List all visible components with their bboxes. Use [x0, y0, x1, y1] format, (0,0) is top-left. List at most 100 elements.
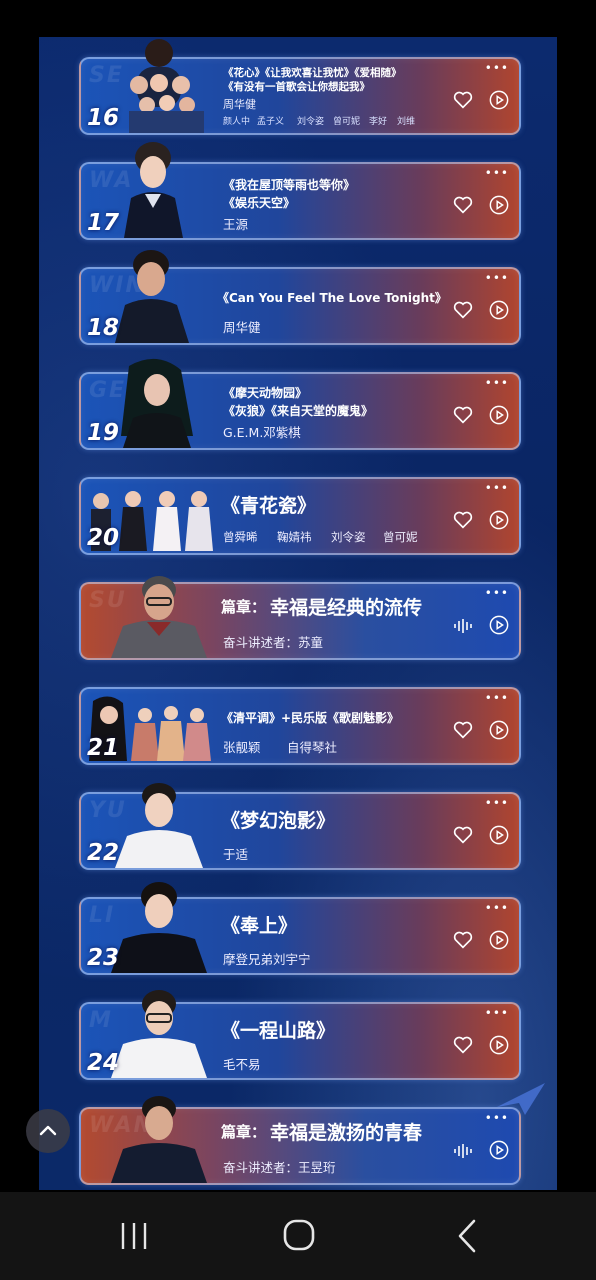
narrator-photo	[111, 1096, 207, 1183]
performer-photo	[121, 358, 193, 448]
program-number: 20	[87, 525, 120, 551]
program-number: 17	[87, 210, 120, 236]
heart-icon[interactable]	[453, 931, 473, 949]
singer-name: 毛不易	[223, 1057, 261, 1072]
singer-name: G.E.M.邓紫棋	[223, 425, 301, 440]
program-number: 22	[87, 840, 120, 866]
narrator-photo	[111, 576, 207, 658]
singer-name: 刘令姿	[331, 530, 366, 544]
singer-name: 周华健	[223, 320, 261, 335]
song-title-line-2: 《娱乐天空》	[223, 196, 296, 210]
more-icon[interactable]: •••	[485, 1007, 509, 1019]
program-list-panel: SE 16 《花心》《让我欢喜让我忧》《爱相随》 《有没有一首歌会让你想起我》 …	[39, 37, 557, 1190]
performer-photo	[115, 250, 189, 343]
play-icon[interactable]	[489, 1035, 509, 1055]
play-icon[interactable]	[489, 825, 509, 845]
program-card-23[interactable]: LI 23 《奉上》 摩登兄弟刘宇宁 •••	[79, 882, 521, 975]
singer-name: 王源	[223, 217, 249, 232]
guest-name: 李好	[369, 117, 388, 127]
more-icon[interactable]: •••	[485, 167, 509, 179]
song-title: 《奉上》	[221, 915, 298, 937]
more-icon[interactable]: •••	[485, 902, 509, 914]
performer-photo	[111, 990, 207, 1078]
scroll-to-top-button[interactable]	[26, 1109, 70, 1153]
song-title-line-1: 《摩天动物园》	[223, 386, 308, 400]
song-title: 《青花瓷》	[221, 495, 317, 517]
heart-icon[interactable]	[453, 826, 473, 844]
performer-photo	[115, 783, 203, 868]
singer-name: 摩登兄弟刘宇宁	[223, 952, 311, 967]
chapter-title: 幸福是激扬的青春	[270, 1122, 423, 1144]
heart-icon[interactable]	[453, 721, 473, 739]
program-number: 23	[87, 945, 120, 971]
singer-name: 自得琴社	[287, 740, 338, 755]
sound-wave-icon	[454, 1144, 472, 1158]
play-icon[interactable]	[489, 615, 509, 635]
song-title-line-1: 《花心》《让我欢喜让我忧》《爱相随》	[223, 67, 402, 79]
guest-name: 刘令姿	[297, 117, 325, 127]
song-title: 《梦幻泡影》	[221, 810, 336, 832]
heart-icon[interactable]	[453, 406, 473, 424]
guest-name: 孟子义	[257, 117, 285, 127]
program-number: 19	[87, 420, 120, 446]
heart-icon[interactable]	[453, 91, 473, 109]
chapter-card[interactable]: SU 篇章： 幸福是经典的流传 奋斗讲述者：苏童 •••	[79, 576, 521, 660]
program-card-21[interactable]: 21 《清平调》+民乐版《歌剧魅影》 张靓颖 自得琴社 •••	[79, 687, 521, 765]
play-icon[interactable]	[489, 1140, 509, 1160]
program-card-16[interactable]: SE 16 《花心》《让我欢喜让我忧》《爱相随》 《有没有一首歌会让你想起我》 …	[79, 39, 521, 135]
program-card-19[interactable]: GE 19 《摩天动物园》 《灰狼》《来自天堂的魔鬼》 G.E.M.邓紫棋 ••…	[79, 358, 521, 450]
guest-name: 曾可妮	[333, 117, 361, 127]
song-title-line-2: 《灰狼》《来自天堂的魔鬼》	[223, 404, 374, 418]
song-title: 《Can You Feel The Love Tonight》	[217, 291, 447, 305]
singer-name: 于适	[223, 847, 249, 862]
program-card-22[interactable]: YU 22 《梦幻泡影》 于适 •••	[79, 783, 521, 870]
play-icon[interactable]	[489, 300, 509, 320]
recent-apps-icon[interactable]	[118, 1220, 150, 1252]
narrator-name: 奋斗讲述者：王昱珩	[223, 1160, 336, 1175]
singer-name: 鞠婧祎	[277, 530, 312, 544]
program-number: 18	[87, 315, 120, 341]
program-card-24[interactable]: M 24 《一程山路》 毛不易 •••	[79, 990, 521, 1080]
program-number: 24	[87, 1050, 120, 1076]
back-icon[interactable]	[454, 1218, 480, 1254]
play-icon[interactable]	[489, 510, 509, 530]
heart-icon[interactable]	[453, 1036, 473, 1054]
more-icon[interactable]: •••	[485, 62, 509, 74]
song-title-line-1: 《我在屋顶等雨也等你》	[223, 178, 356, 192]
singer-name: 周华健	[223, 98, 256, 111]
performer-photo	[124, 142, 183, 238]
play-icon[interactable]	[489, 195, 509, 215]
more-icon[interactable]: •••	[485, 797, 509, 809]
more-icon[interactable]: •••	[485, 272, 509, 284]
singer-name: 曾可妮	[383, 530, 418, 544]
more-icon[interactable]: •••	[485, 692, 509, 704]
performer-photo	[111, 882, 207, 973]
more-icon[interactable]: •••	[485, 482, 509, 494]
sound-wave-icon	[454, 619, 472, 633]
program-number: 21	[87, 735, 120, 761]
song-title-line-2: 《有没有一首歌会让你想起我》	[223, 81, 370, 93]
chapter-card[interactable]: WANG 篇章： 幸福是激扬的青春 奋斗讲述者：王昱珩 •••	[79, 1096, 521, 1185]
guest-name: 颜人中	[223, 117, 251, 127]
play-icon[interactable]	[489, 90, 509, 110]
play-icon[interactable]	[489, 405, 509, 425]
song-title: 《一程山路》	[221, 1020, 336, 1042]
program-card-18[interactable]: WIN 18 《Can You Feel The Love Tonight》 周…	[79, 250, 521, 345]
chapter-title: 幸福是经典的流传	[270, 597, 423, 619]
performer-group-photo	[129, 39, 204, 133]
play-icon[interactable]	[489, 930, 509, 950]
singer-name: 曾舜晞	[223, 530, 258, 544]
heart-icon[interactable]	[453, 511, 473, 529]
heart-icon[interactable]	[453, 196, 473, 214]
heart-icon[interactable]	[453, 301, 473, 319]
more-icon[interactable]: •••	[485, 1112, 509, 1124]
chevron-up-icon	[39, 1125, 57, 1136]
play-icon[interactable]	[489, 720, 509, 740]
song-title: 《清平调》+民乐版《歌剧魅影》	[221, 711, 400, 725]
program-card-17[interactable]: WA 17 《我在屋顶等雨也等你》 《娱乐天空》 王源 •••	[79, 142, 521, 240]
program-card-20[interactable]: 20 《青花瓷》 曾舜晞 鞠婧祎 刘令姿 曾可妮 •••	[79, 477, 521, 555]
guest-name: 刘维	[397, 117, 416, 127]
more-icon[interactable]: •••	[485, 587, 509, 599]
more-icon[interactable]: •••	[485, 377, 509, 389]
home-icon[interactable]	[282, 1218, 316, 1252]
